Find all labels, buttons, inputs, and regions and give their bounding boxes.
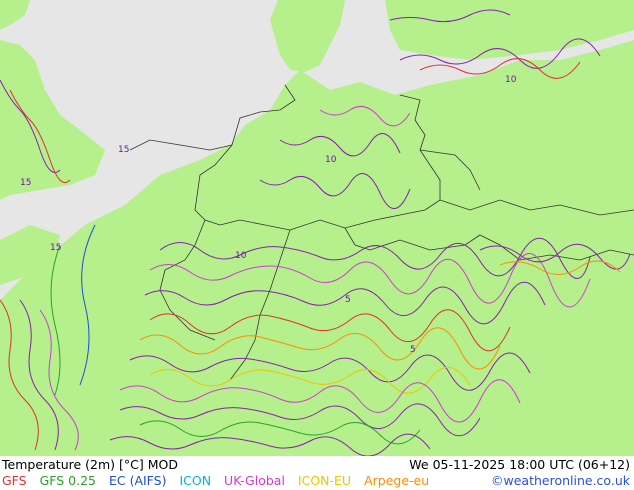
contour-label: 15: [50, 243, 61, 253]
legend-gfs: GFS: [2, 473, 27, 488]
contour-label: 10: [325, 155, 337, 165]
forecast-datetime: We 05-11-2025 18:00 UTC (06+12): [409, 457, 630, 472]
legend-gfs-025: GFS 0.25: [39, 473, 96, 488]
legend-icon: ICON: [179, 473, 212, 488]
contour-label: 15: [118, 145, 129, 155]
contour-label: 5: [410, 345, 416, 355]
contour-label: 10: [235, 251, 247, 261]
contour-label: 10: [505, 75, 517, 85]
contour-label: 15: [20, 178, 31, 188]
model-legend: GFS GFS 0.25 EC (AIFS) ICON UK-Global IC…: [2, 474, 438, 488]
contour-label: 5: [345, 295, 351, 305]
legend-ec-aifs: EC (AIFS): [108, 473, 167, 488]
map-footer: Temperature (2m) [°C] MOD We 05-11-2025 …: [0, 456, 634, 490]
legend-arpege-eu: Arpege-eu: [364, 473, 430, 488]
map-title: Temperature (2m) [°C] MOD: [2, 457, 178, 472]
credit-text: ©weatheronline.co.uk: [491, 473, 630, 488]
legend-uk-global: UK-Global: [224, 473, 285, 488]
weather-map: 10 10 5 5 10 15 15 15: [0, 0, 634, 456]
legend-icon-eu: ICON-EU: [297, 473, 352, 488]
